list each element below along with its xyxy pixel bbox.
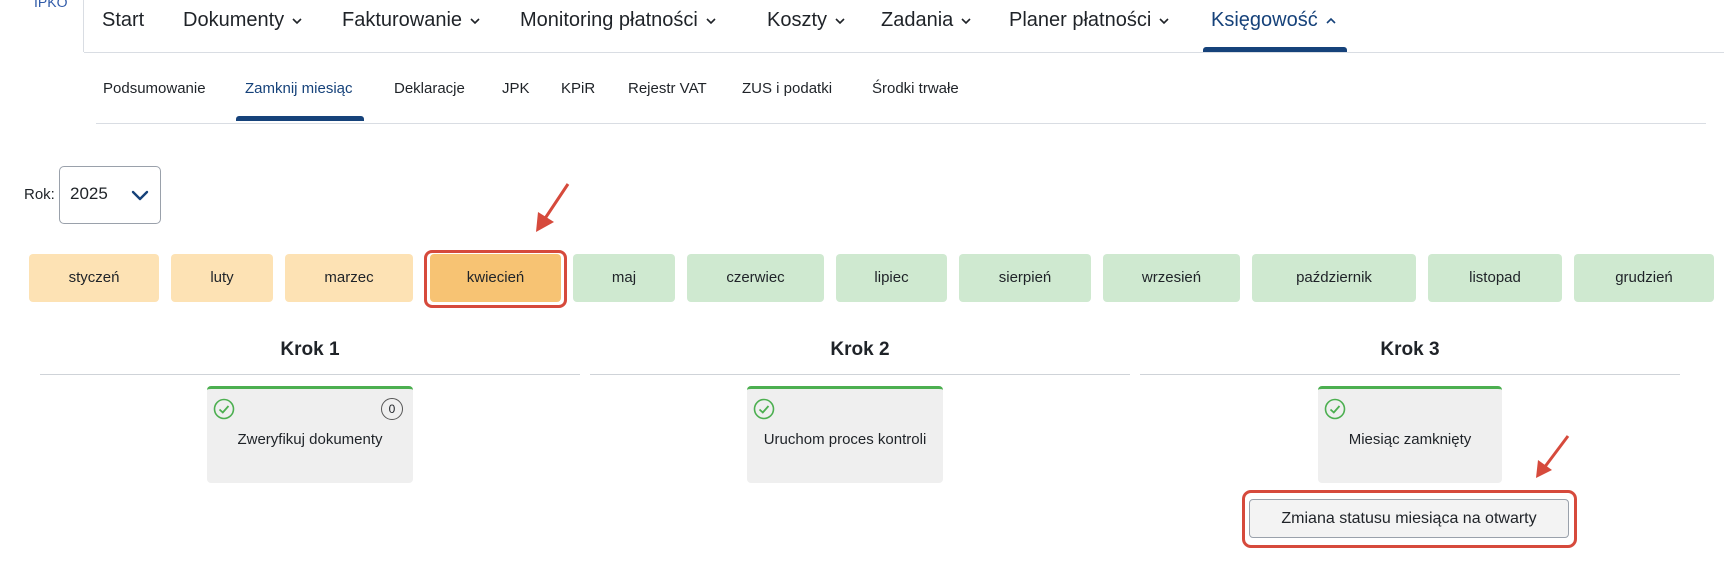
step-title: Krok 2 [830,339,890,360]
active-nav-indicator [1203,47,1347,52]
brand-strip: IPKO [0,0,84,52]
step-divider [40,374,580,375]
active-tab-indicator [236,116,364,121]
chevron-down-icon [470,18,480,24]
year-label: Rok: [24,186,55,203]
month-marzec[interactable]: marzec [285,254,413,302]
tab-podsumowanie[interactable]: Podsumowanie [103,80,206,97]
nav-item-koszty[interactable]: Koszty [767,9,847,32]
month-kwiecien[interactable]: kwiecień [430,254,561,302]
month-maj[interactable]: maj [573,254,675,302]
nav-item-label: Fakturowanie [342,9,463,31]
nav-item-label: Koszty [767,9,828,31]
step-card-label: Miesiąc zamknięty [1348,431,1472,448]
chevron-down-icon [835,18,845,24]
step-title: Krok 1 [280,339,340,360]
annotation-arrow-icon [536,183,570,232]
check-circle-icon [1324,398,1346,420]
chevron-down-icon [1159,18,1169,24]
nav-item-fakturowanie[interactable]: Fakturowanie [342,9,482,32]
step-card-label: Zweryfikuj dokumenty [237,431,383,448]
month-czerwiec[interactable]: czerwiec [687,254,824,302]
month-sierpien[interactable]: sierpień [959,254,1091,302]
year-value: 2025 [70,184,108,203]
month-luty[interactable]: luty [171,254,273,302]
nav-item-label: Planer płatności [1009,9,1152,31]
month-wrzesien[interactable]: wrzesień [1103,254,1240,302]
tab-rejestr-vat[interactable]: Rejestr VAT [628,80,707,97]
step-card-month-closed[interactable]: Miesiąc zamknięty [1318,386,1502,483]
month-pazdziernik[interactable]: październik [1252,254,1416,302]
month-grudzien[interactable]: grudzień [1574,254,1714,302]
nav-item-label: Dokumenty [183,9,285,31]
chevron-down-icon [131,190,149,201]
main-navigation: Start Dokumenty Fakturowanie Monitoring … [84,0,1724,53]
chevron-down-icon [706,18,716,24]
reopen-month-button[interactable]: Zmiana statusu miesiąca na otwarty [1249,499,1569,538]
check-circle-icon [213,398,235,420]
tab-jpk[interactable]: JPK [502,80,530,97]
brand-logo[interactable]: IPKO [34,0,67,10]
step-divider [590,374,1130,375]
nav-item-planer-platnosci[interactable]: Planer płatności [1009,9,1171,32]
step-title: Krok 3 [1380,339,1440,360]
tab-kpir[interactable]: KPiR [561,80,595,97]
step-card-run-control[interactable]: Uruchom proces kontroli [747,386,943,483]
nav-item-label: Monitoring płatności [520,9,698,31]
nav-item-label: Start [102,9,145,31]
document-count-badge: 0 [381,398,403,420]
step-divider [1140,374,1680,375]
chevron-down-icon [292,18,302,24]
year-select[interactable]: 2025 [59,166,161,224]
tab-deklaracje[interactable]: Deklaracje [394,80,465,97]
nav-item-ksiegowosc[interactable]: Księgowość [1211,9,1338,32]
nav-item-label: Zadania [881,9,954,31]
chevron-up-icon [1326,17,1336,24]
month-styczen[interactable]: styczeń [29,254,159,302]
nav-item-start[interactable]: Start [102,9,144,32]
chevron-down-icon [961,18,971,24]
nav-item-label: Księgowość [1211,9,1318,31]
nav-item-zadania[interactable]: Zadania [881,9,973,32]
step-card-verify-documents[interactable]: 0 Zweryfikuj dokumenty [207,386,413,483]
nav-item-dokumenty[interactable]: Dokumenty [183,9,304,32]
nav-item-monitoring-platnosci[interactable]: Monitoring płatności [520,9,718,32]
tab-srodki-trwale[interactable]: Środki trwałe [872,80,959,97]
tab-zamknij-miesiac[interactable]: Zamknij miesiąc [245,80,353,97]
accounting-subnavigation: Podsumowanie Zamknij miesiąc Deklaracje … [96,72,1706,124]
annotation-arrow-icon [1536,435,1570,478]
step-card-label: Uruchom proces kontroli [763,431,927,448]
month-lipiec[interactable]: lipiec [836,254,947,302]
check-circle-icon [753,398,775,420]
tab-zus-i-podatki[interactable]: ZUS i podatki [742,80,832,97]
month-listopad[interactable]: listopad [1428,254,1562,302]
